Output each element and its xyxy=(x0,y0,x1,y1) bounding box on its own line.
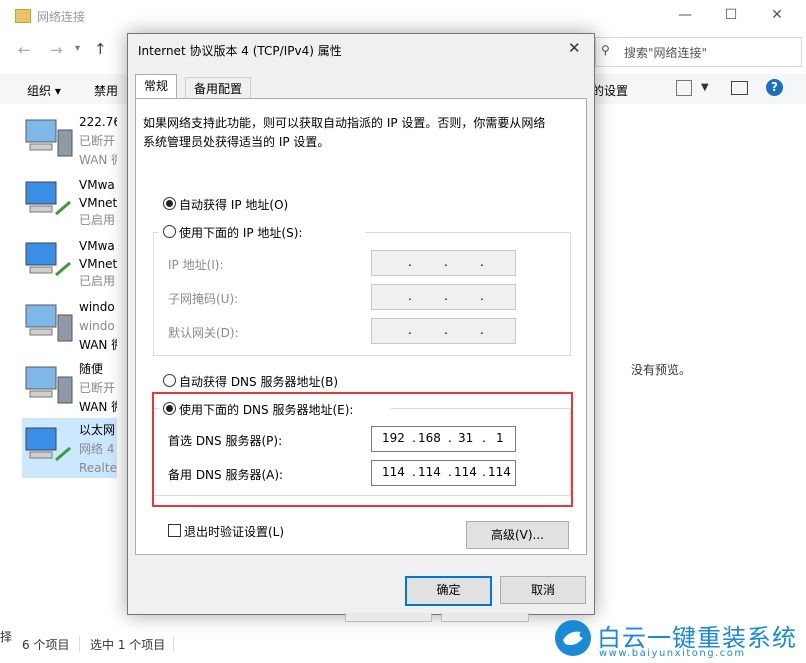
network-item-selected[interactable]: 以太网 网络 4 Realte xyxy=(22,418,117,478)
auto-dns-radio[interactable] xyxy=(163,374,176,387)
validate-on-exit-checkbox[interactable] xyxy=(168,524,181,537)
ok-button[interactable]: 确定 xyxy=(405,576,492,606)
default-gateway-label: 默认网关(D): xyxy=(168,326,239,340)
item-name: 随便 xyxy=(79,362,104,376)
item-name: 以太网 xyxy=(79,423,116,437)
item-adapter: 已启用 xyxy=(79,274,116,288)
network-adapter-icon xyxy=(22,116,74,160)
preview-pane-text: 没有预览。 xyxy=(631,363,692,377)
item-status: 已断开 xyxy=(79,381,116,395)
dialog-title: Internet 协议版本 4 (TCP/IPv4) 属性 xyxy=(138,44,342,58)
item-name: VMwa xyxy=(79,239,115,253)
ip-address-label: IP 地址(I): xyxy=(168,258,224,272)
divider xyxy=(79,636,80,652)
network-adapter-icon xyxy=(22,363,74,407)
highlight-box xyxy=(152,392,573,507)
maximize-icon[interactable]: ☐ xyxy=(708,0,754,30)
divider xyxy=(173,636,174,652)
disable-button[interactable]: 禁用 xyxy=(94,82,118,99)
auto-ip-label[interactable]: 自动获得 IP 地址(O) xyxy=(179,196,288,213)
preview-pane-icon[interactable] xyxy=(731,81,748,95)
network-adapter-icon xyxy=(22,239,74,283)
subnet-mask-field: ... xyxy=(371,284,516,310)
forward-icon[interactable]: → xyxy=(50,41,63,59)
help-icon[interactable]: ? xyxy=(766,79,783,96)
item-name: 222.76 xyxy=(79,115,117,129)
item-adapter: WAN 微 xyxy=(79,338,117,352)
network-item[interactable]: 随便 已断开 WAN 微 xyxy=(22,357,117,417)
item-status: windo xyxy=(79,319,115,333)
cancel-button[interactable]: 取消 xyxy=(500,576,586,604)
description-text: 如果网络支持此功能，则可以获取自动指派的 IP 设置。否则，你需要从网络系统管理… xyxy=(143,116,546,149)
up-icon[interactable]: ↑ xyxy=(94,40,107,58)
validate-on-exit-label[interactable]: 退出时验证设置(L) xyxy=(184,523,284,540)
minimize-icon[interactable]: — xyxy=(662,0,708,30)
manual-ip-radio[interactable] xyxy=(163,225,176,238)
auto-ip-radio[interactable] xyxy=(163,197,176,210)
search-input[interactable]: ⚲ 搜索"网络连接" xyxy=(595,37,802,67)
manual-ip-label[interactable]: 使用下面的 IP 地址(S): xyxy=(179,224,302,241)
background-button xyxy=(345,613,432,622)
item-adapter: WAN 微 xyxy=(79,400,117,414)
item-name: windo xyxy=(79,300,115,314)
item-status: 已断开 xyxy=(79,134,116,148)
network-item[interactable]: 222.76 已断开 WAN 微 xyxy=(22,110,117,170)
advanced-button[interactable]: 高级(V)... xyxy=(466,521,569,549)
back-icon[interactable]: ← xyxy=(18,41,31,59)
subnet-mask-label: 子网掩码(U): xyxy=(168,292,239,306)
network-adapter-icon xyxy=(22,424,74,468)
explorer-title: 网络连接 xyxy=(37,10,86,24)
network-item[interactable]: VMwa VMnet 已启用 xyxy=(22,233,117,293)
item-name: VMwa xyxy=(79,178,115,192)
item-adapter: WAN 微 xyxy=(79,153,117,167)
default-gateway-field: ... xyxy=(371,318,516,344)
watermark-url: www.baiyunxitong.com xyxy=(599,648,746,659)
chevron-down-icon[interactable]: ▼ xyxy=(701,82,709,93)
selected-count: 选中 1 个项目 xyxy=(90,638,166,652)
network-item[interactable]: windo windo WAN 微 xyxy=(22,295,117,355)
ip-address-field: ... xyxy=(371,250,516,276)
item-status: 网络 4 xyxy=(79,442,115,456)
bird-logo-icon xyxy=(555,620,591,656)
auto-dns-label[interactable]: 自动获得 DNS 服务器地址(B) xyxy=(179,373,338,390)
close-icon[interactable]: ✕ xyxy=(568,39,581,57)
tab-general[interactable]: 常规 xyxy=(135,74,178,100)
network-adapter-icon xyxy=(22,178,74,222)
chevron-down-icon[interactable]: ▾ xyxy=(75,43,80,54)
folder-icon xyxy=(15,9,31,23)
item-count: 6 个项目 xyxy=(22,638,70,652)
network-adapter-icon xyxy=(22,301,74,345)
search-placeholder: 搜索"网络连接" xyxy=(624,46,708,60)
tab-alternate-config[interactable]: 备用配置 xyxy=(185,77,252,100)
close-icon[interactable]: ✕ xyxy=(754,0,800,30)
view-options-icon[interactable] xyxy=(676,80,692,96)
organize-button[interactable]: 组织 ▾ xyxy=(27,82,61,99)
tcpip-properties-dialog: Internet 协议版本 4 (TCP/IPv4) 属性 ✕ 常规 备用配置 … xyxy=(127,33,595,615)
network-item[interactable]: VMwa VMnet 已启用 xyxy=(22,172,117,232)
item-adapter: Realte xyxy=(79,461,117,475)
item-adapter: 已启用 xyxy=(79,213,116,227)
search-icon: ⚲ xyxy=(601,43,610,57)
watermark: 白云一键重装系统 www.baiyunxitong.com xyxy=(553,617,806,663)
explorer-titlebar: 网络连接 — ☐ ✕ xyxy=(0,0,806,32)
background-button xyxy=(441,613,529,622)
change-settings-button[interactable]: 的设置 xyxy=(592,82,628,99)
